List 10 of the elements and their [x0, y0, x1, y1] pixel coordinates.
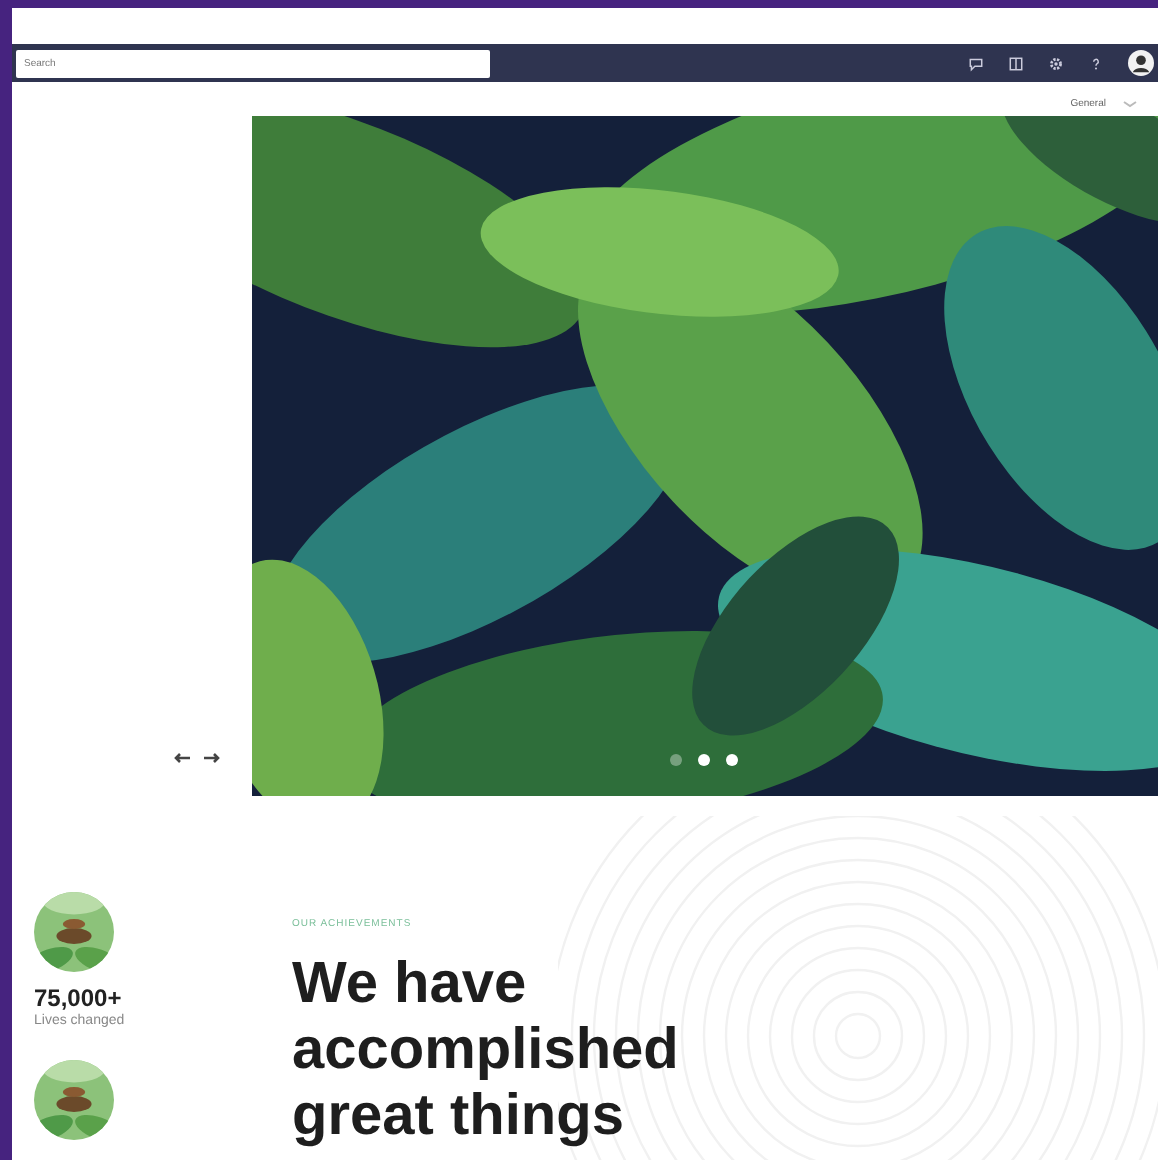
- settings-icon[interactable]: [1048, 55, 1064, 71]
- avatar-icon[interactable]: [1128, 50, 1154, 76]
- carousel-dot[interactable]: [670, 754, 682, 766]
- arrow-left-icon[interactable]: [174, 752, 192, 764]
- stat-value: 75,000+: [34, 984, 124, 1012]
- arrow-right-icon[interactable]: [202, 752, 220, 764]
- chat-icon[interactable]: [968, 55, 984, 71]
- panel-icon[interactable]: [1008, 55, 1024, 71]
- section-heading: We have accomplished great things: [292, 952, 681, 1150]
- help-icon[interactable]: [1088, 55, 1104, 71]
